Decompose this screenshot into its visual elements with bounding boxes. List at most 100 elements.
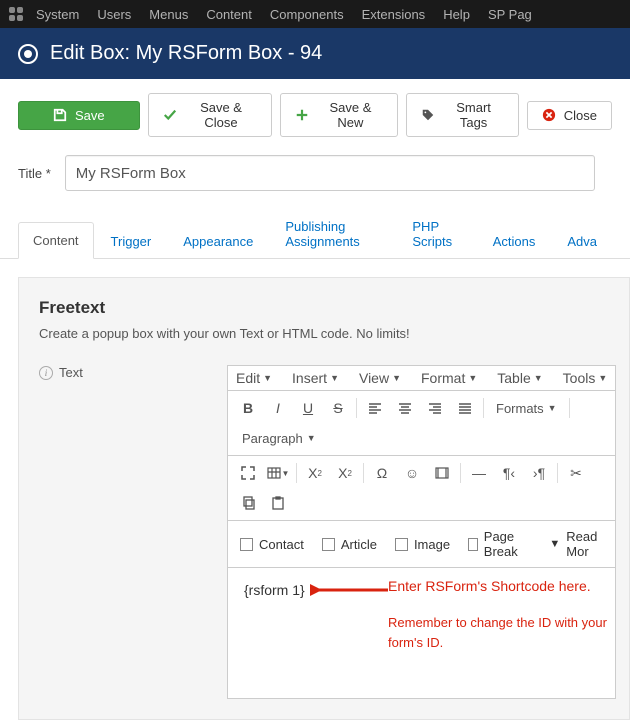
square-icon [395,538,408,551]
subscript-icon[interactable]: X2 [301,460,329,486]
annotation-line2: Remember to change the ID with your form… [388,613,615,652]
title-field-row: Title * [0,151,630,207]
admin-menu-bar: System Users Menus Content Components Ex… [0,0,630,28]
save-new-label: Save & New [317,100,383,130]
media-icon[interactable] [428,460,456,486]
article-button[interactable]: Article [318,535,381,554]
admin-menu-system[interactable]: System [36,7,79,22]
tab-actions[interactable]: Actions [478,223,551,259]
info-icon: i [39,366,53,380]
emoji-icon[interactable]: ☺ [398,460,426,486]
align-center-icon[interactable] [391,395,419,421]
admin-menu-sppage[interactable]: SP Pag [488,7,532,22]
underline-icon[interactable]: U [294,395,322,421]
editor-menubar: Edit▼ Insert▼ View▼ Format▼ Table▼ Tools… [228,366,615,391]
tab-appearance[interactable]: Appearance [168,223,268,259]
bold-icon[interactable]: B [234,395,262,421]
special-char-icon[interactable]: Ω [368,460,396,486]
align-right-icon[interactable] [421,395,449,421]
target-icon [18,44,38,64]
admin-menu-help[interactable]: Help [443,7,470,22]
save-close-button[interactable]: Save & Close [148,93,273,137]
ltr-icon[interactable]: ¶‹ [495,460,523,486]
save-new-button[interactable]: Save & New [280,93,398,137]
smart-tags-button[interactable]: Smart Tags [406,93,518,137]
italic-icon[interactable]: I [264,395,292,421]
align-left-icon[interactable] [361,395,389,421]
formats-dropdown[interactable]: Formats▼ [488,395,565,421]
strikethrough-icon[interactable]: S [324,395,352,421]
table-icon[interactable]: ▼ [264,460,292,486]
annotation-line1: Enter RSForm's Shortcode here. [388,576,615,597]
text-label: Text [59,365,83,380]
separator [363,463,364,483]
shortcode-text: {rsform 1} [244,582,305,598]
page-title: Edit Box: My RSForm Box - 94 [50,42,322,65]
hr-icon[interactable]: — [465,460,493,486]
check-icon [163,108,177,122]
separator [460,463,461,483]
tab-trigger[interactable]: Trigger [96,223,167,259]
plus-icon [295,108,309,122]
editor-body[interactable]: {rsform 1} Enter RSForm's Shortcode here… [228,568,615,698]
joomla-logo-icon [8,6,24,22]
editor-toolbar-1: B I U S Formats▼ Paragraph▼ [228,391,615,456]
panel-description: Create a popup box with your own Text or… [39,326,609,341]
separator [356,398,357,418]
content-panel: Freetext Create a popup box with your ow… [18,277,630,720]
save-label: Save [75,108,105,123]
separator [569,398,570,418]
annotation: Enter RSForm's Shortcode here. Remember … [388,576,615,652]
rich-text-editor: Edit▼ Insert▼ View▼ Format▼ Table▼ Tools… [227,365,616,699]
smart-tags-label: Smart Tags [443,100,503,130]
contact-button[interactable]: Contact [236,535,308,554]
page-break-button[interactable]: Page Break [464,527,535,561]
editor-menu-table[interactable]: Table▼ [497,370,542,386]
tag-icon [421,108,435,122]
separator [483,398,484,418]
copy-icon[interactable] [234,490,262,516]
tab-php-scripts[interactable]: PHP Scripts [397,208,475,259]
editor-toolbar-3: Contact Article Image Page Break ▼Read M… [228,521,615,568]
align-justify-icon[interactable] [451,395,479,421]
text-field-block: i Text Edit▼ Insert▼ View▼ Format▼ Table… [39,365,609,699]
editor-menu-format[interactable]: Format▼ [421,370,477,386]
admin-menu-extensions[interactable]: Extensions [362,7,426,22]
title-input[interactable] [65,155,595,191]
text-field-label: i Text [39,365,209,380]
separator [557,463,558,483]
save-icon [53,108,67,122]
toolbar: Save Save & Close Save & New Smart Tags … [0,79,630,151]
close-icon [542,108,556,122]
admin-menu-menus[interactable]: Menus [149,7,188,22]
editor-menu-edit[interactable]: Edit▼ [236,370,272,386]
save-close-label: Save & Close [185,100,258,130]
read-more-button[interactable]: ▼Read Mor [545,527,607,561]
rtl-icon[interactable]: ›¶ [525,460,553,486]
square-icon [322,538,335,551]
save-button[interactable]: Save [18,101,140,130]
tab-advanced[interactable]: Adva [552,223,612,259]
tab-publishing[interactable]: Publishing Assignments [270,208,395,259]
separator [296,463,297,483]
cut-icon[interactable]: ✂ [562,460,590,486]
superscript-icon[interactable]: X2 [331,460,359,486]
paragraph-dropdown[interactable]: Paragraph▼ [234,425,324,451]
image-button[interactable]: Image [391,535,454,554]
editor-menu-insert[interactable]: Insert▼ [292,370,339,386]
close-label: Close [564,108,597,123]
tabs: Content Trigger Appearance Publishing As… [0,207,630,259]
close-button[interactable]: Close [527,101,612,130]
paste-icon[interactable] [264,490,292,516]
tab-content[interactable]: Content [18,222,94,259]
editor-toolbar-2: ▼ X2 X2 Ω ☺ — ¶‹ ›¶ ✂ [228,456,615,521]
panel-heading: Freetext [39,298,609,318]
fullscreen-icon[interactable] [234,460,262,486]
admin-menu-users[interactable]: Users [97,7,131,22]
editor-menu-tools[interactable]: Tools▼ [563,370,608,386]
title-label: Title * [18,166,51,181]
arrow-annotation-icon [310,582,390,598]
admin-menu-content[interactable]: Content [206,7,252,22]
admin-menu-components[interactable]: Components [270,7,344,22]
editor-menu-view[interactable]: View▼ [359,370,401,386]
